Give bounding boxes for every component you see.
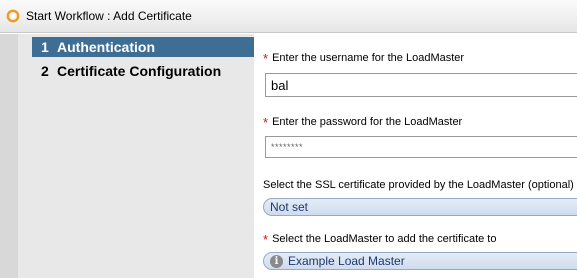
step-certificate-configuration[interactable]: 2 Certificate Configuration <box>32 61 254 81</box>
step-label: Authentication <box>57 39 155 55</box>
step-number: 2 <box>41 63 49 79</box>
password-label: * Enter the password for the LoadMaster <box>263 114 463 130</box>
app-logo-icon <box>6 9 20 23</box>
ssl-certificate-label: Select the SSL certificate provided by t… <box>263 179 574 191</box>
loadmaster-select[interactable]: i Example Load Master <box>263 252 577 270</box>
loadmaster-label: * Select the LoadMaster to add the certi… <box>263 231 497 247</box>
ssl-certificate-select[interactable]: Not set <box>263 198 577 216</box>
username-value: bal <box>271 77 289 93</box>
step-label: Certificate Configuration <box>57 63 222 79</box>
step-number: 1 <box>41 39 49 55</box>
info-icon: i <box>270 254 283 268</box>
loadmaster-selected: Example Load Master <box>288 254 405 268</box>
password-value: ******** <box>271 142 304 152</box>
password-input[interactable]: ******** <box>265 136 577 158</box>
loadmaster-label-text: Select the LoadMaster to add the certifi… <box>272 233 497 245</box>
window-title: Start Workflow : Add Certificate <box>26 9 192 23</box>
title-bar: Start Workflow : Add Certificate <box>0 0 577 33</box>
ssl-certificate-label-text: Select the SSL certificate provided by t… <box>263 179 574 191</box>
required-asterisk: * <box>263 50 269 66</box>
sidebar-edge <box>0 34 18 278</box>
required-asterisk: * <box>263 231 269 247</box>
ssl-certificate-selected: Not set <box>270 200 309 214</box>
step-authentication[interactable]: 1 Authentication <box>32 37 254 57</box>
password-label-text: Enter the password for the LoadMaster <box>272 116 463 128</box>
username-label-text: Enter the username for the LoadMaster <box>272 52 465 64</box>
username-input[interactable]: bal <box>265 73 577 97</box>
required-asterisk: * <box>263 114 269 130</box>
username-label: * Enter the username for the LoadMaster <box>263 50 465 66</box>
